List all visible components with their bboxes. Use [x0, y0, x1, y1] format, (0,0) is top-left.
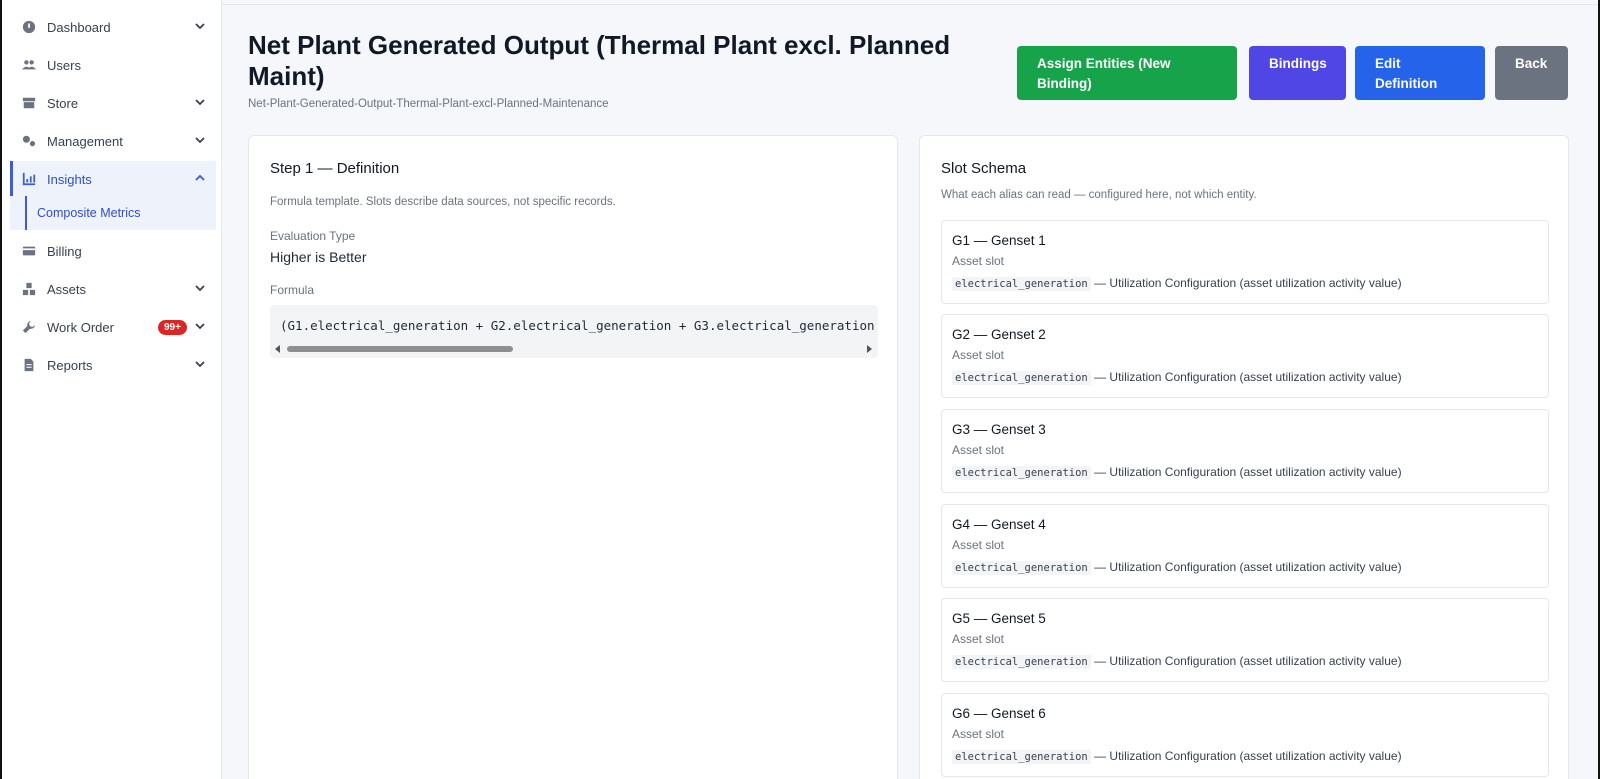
slot-title: G6 — Genset 6 — [952, 706, 1046, 721]
chevron-down-icon — [194, 282, 206, 294]
slot-schema-subtitle: What each alias can read — configured he… — [941, 189, 1257, 201]
slot-card-g5: G5 — Genset 5 Asset slot electrical_gene… — [941, 598, 1549, 682]
chevron-down-icon — [194, 134, 206, 146]
slot-field: electrical_generation — Utilization Conf… — [952, 276, 1402, 291]
assign-entities-button[interactable]: Assign Entities (New Binding) — [1017, 46, 1237, 100]
field-code: electrical_generation — [952, 750, 1091, 764]
slot-title: G4 — Genset 4 — [952, 517, 1046, 532]
evaluation-type-value: Higher is Better — [270, 249, 367, 265]
sidebar-item-store[interactable]: Store — [10, 85, 216, 121]
chevron-down-icon — [194, 96, 206, 108]
sidebar-item-management[interactable]: Management — [10, 123, 216, 159]
field-description: — Utilization Configuration (asset utili… — [1090, 749, 1402, 763]
notification-badge: 99+ — [158, 320, 187, 335]
bindings-button[interactable]: Bindings — [1249, 46, 1346, 100]
slot-field: electrical_generation — Utilization Conf… — [952, 654, 1402, 669]
sidebar-item-label: Assets — [47, 281, 87, 297]
field-code: electrical_generation — [952, 561, 1091, 575]
sidebar-item-label: Users — [47, 57, 81, 73]
header-divider — [222, 4, 1598, 5]
wrench-icon — [22, 320, 36, 334]
field-code: electrical_generation — [952, 277, 1091, 291]
gears-icon — [22, 134, 36, 148]
formula-text: (G1.electrical_generation + G2.electrica… — [280, 318, 878, 333]
slot-field: electrical_generation — Utilization Conf… — [952, 465, 1402, 480]
slot-schema-title: Slot Schema — [941, 160, 1027, 177]
sidebar: Dashboard Users Store Management Insight… — [2, 0, 222, 779]
slot-card-g6: G6 — Genset 6 Asset slot electrical_gene… — [941, 693, 1549, 777]
slot-type: Asset slot — [952, 443, 1005, 457]
slot-card-g3: G3 — Genset 3 Asset slot electrical_gene… — [941, 409, 1549, 493]
field-description: — Utilization Configuration (asset utili… — [1090, 654, 1402, 668]
sidebar-subitem-label: Composite Metrics — [37, 206, 141, 220]
scroll-left-arrow-icon[interactable] — [275, 345, 280, 353]
slot-type: Asset slot — [952, 254, 1005, 268]
sidebar-item-label: Reports — [47, 357, 93, 373]
page-title: Net Plant Generated Output (Thermal Plan… — [248, 30, 951, 91]
file-icon — [22, 358, 36, 372]
slot-field: electrical_generation — Utilization Conf… — [952, 370, 1402, 385]
back-button[interactable]: Back — [1495, 46, 1568, 100]
slot-type: Asset slot — [952, 727, 1005, 741]
chevron-down-icon — [194, 20, 206, 32]
sidebar-item-label: Work Order — [47, 319, 114, 335]
slot-card-g2: G2 — Genset 2 Asset slot electrical_gene… — [941, 314, 1549, 398]
chart-icon — [22, 172, 36, 186]
dashboard-icon — [22, 20, 36, 34]
slot-card-g4: G4 — Genset 4 Asset slot electrical_gene… — [941, 504, 1549, 588]
sidebar-item-reports[interactable]: Reports — [10, 347, 216, 383]
definition-subtitle: Formula template. Slots describe data so… — [270, 196, 616, 208]
formula-label: Formula — [270, 283, 315, 297]
sidebar-subitem-composite-metrics[interactable]: Composite Metrics — [10, 196, 216, 230]
slot-type: Asset slot — [952, 538, 1005, 552]
chevron-down-icon — [194, 320, 206, 332]
active-indicator — [25, 196, 27, 230]
field-code: electrical_generation — [952, 655, 1091, 669]
sidebar-item-insights[interactable]: Insights — [10, 161, 216, 197]
scroll-right-arrow-icon[interactable] — [867, 345, 872, 353]
slot-type: Asset slot — [952, 632, 1005, 646]
field-code: electrical_generation — [952, 466, 1091, 480]
sidebar-item-billing[interactable]: Billing — [10, 233, 216, 269]
slot-field: electrical_generation — Utilization Conf… — [952, 560, 1402, 575]
boxes-icon — [22, 282, 36, 296]
sidebar-item-label: Dashboard — [47, 19, 111, 35]
slot-card-g1: G1 — Genset 1 Asset slot electrical_gene… — [941, 220, 1549, 304]
sidebar-item-assets[interactable]: Assets — [10, 271, 216, 307]
field-code: electrical_generation — [952, 371, 1091, 385]
slot-schema-card: Slot Schema What each alias can read — c… — [919, 135, 1569, 779]
users-icon — [22, 58, 36, 72]
sidebar-item-label: Store — [47, 95, 79, 111]
edit-definition-button[interactable]: Edit Definition — [1355, 46, 1485, 100]
slot-title: G3 — Genset 3 — [952, 422, 1046, 437]
sidebar-item-label: Management — [47, 133, 123, 149]
sidebar-item-label: Billing — [47, 243, 82, 259]
field-description: — Utilization Configuration (asset utili… — [1090, 370, 1402, 384]
slot-title: G1 — Genset 1 — [952, 233, 1046, 248]
field-description: — Utilization Configuration (asset utili… — [1090, 465, 1402, 479]
evaluation-type-label: Evaluation Type — [270, 229, 356, 243]
chevron-down-icon — [194, 358, 206, 370]
slot-field: electrical_generation — Utilization Conf… — [952, 749, 1402, 764]
sidebar-item-dashboard[interactable]: Dashboard — [10, 9, 216, 45]
definition-card: Step 1 — Definition Formula template. Sl… — [248, 135, 898, 779]
scrollbar-thumb[interactable] — [287, 346, 513, 352]
sidebar-item-label: Insights — [47, 171, 92, 187]
definition-title: Step 1 — Definition — [270, 160, 400, 177]
horizontal-scrollbar[interactable] — [270, 343, 878, 355]
slot-type: Asset slot — [952, 348, 1005, 362]
sidebar-item-work-order[interactable]: Work Order 99+ — [10, 309, 216, 345]
slot-title: G5 — Genset 5 — [952, 611, 1046, 626]
sidebar-item-users[interactable]: Users — [10, 47, 216, 83]
page-slug: Net-Plant-Generated-Output-Thermal-Plant… — [248, 98, 609, 110]
slot-title: G2 — Genset 2 — [952, 327, 1046, 342]
field-description: — Utilization Configuration (asset utili… — [1090, 560, 1402, 574]
store-icon — [22, 96, 36, 110]
formula-code-box[interactable]: (G1.electrical_generation + G2.electrica… — [270, 305, 878, 358]
field-description: — Utilization Configuration (asset utili… — [1090, 276, 1402, 290]
chevron-up-icon — [194, 172, 206, 184]
card-icon — [22, 244, 36, 258]
